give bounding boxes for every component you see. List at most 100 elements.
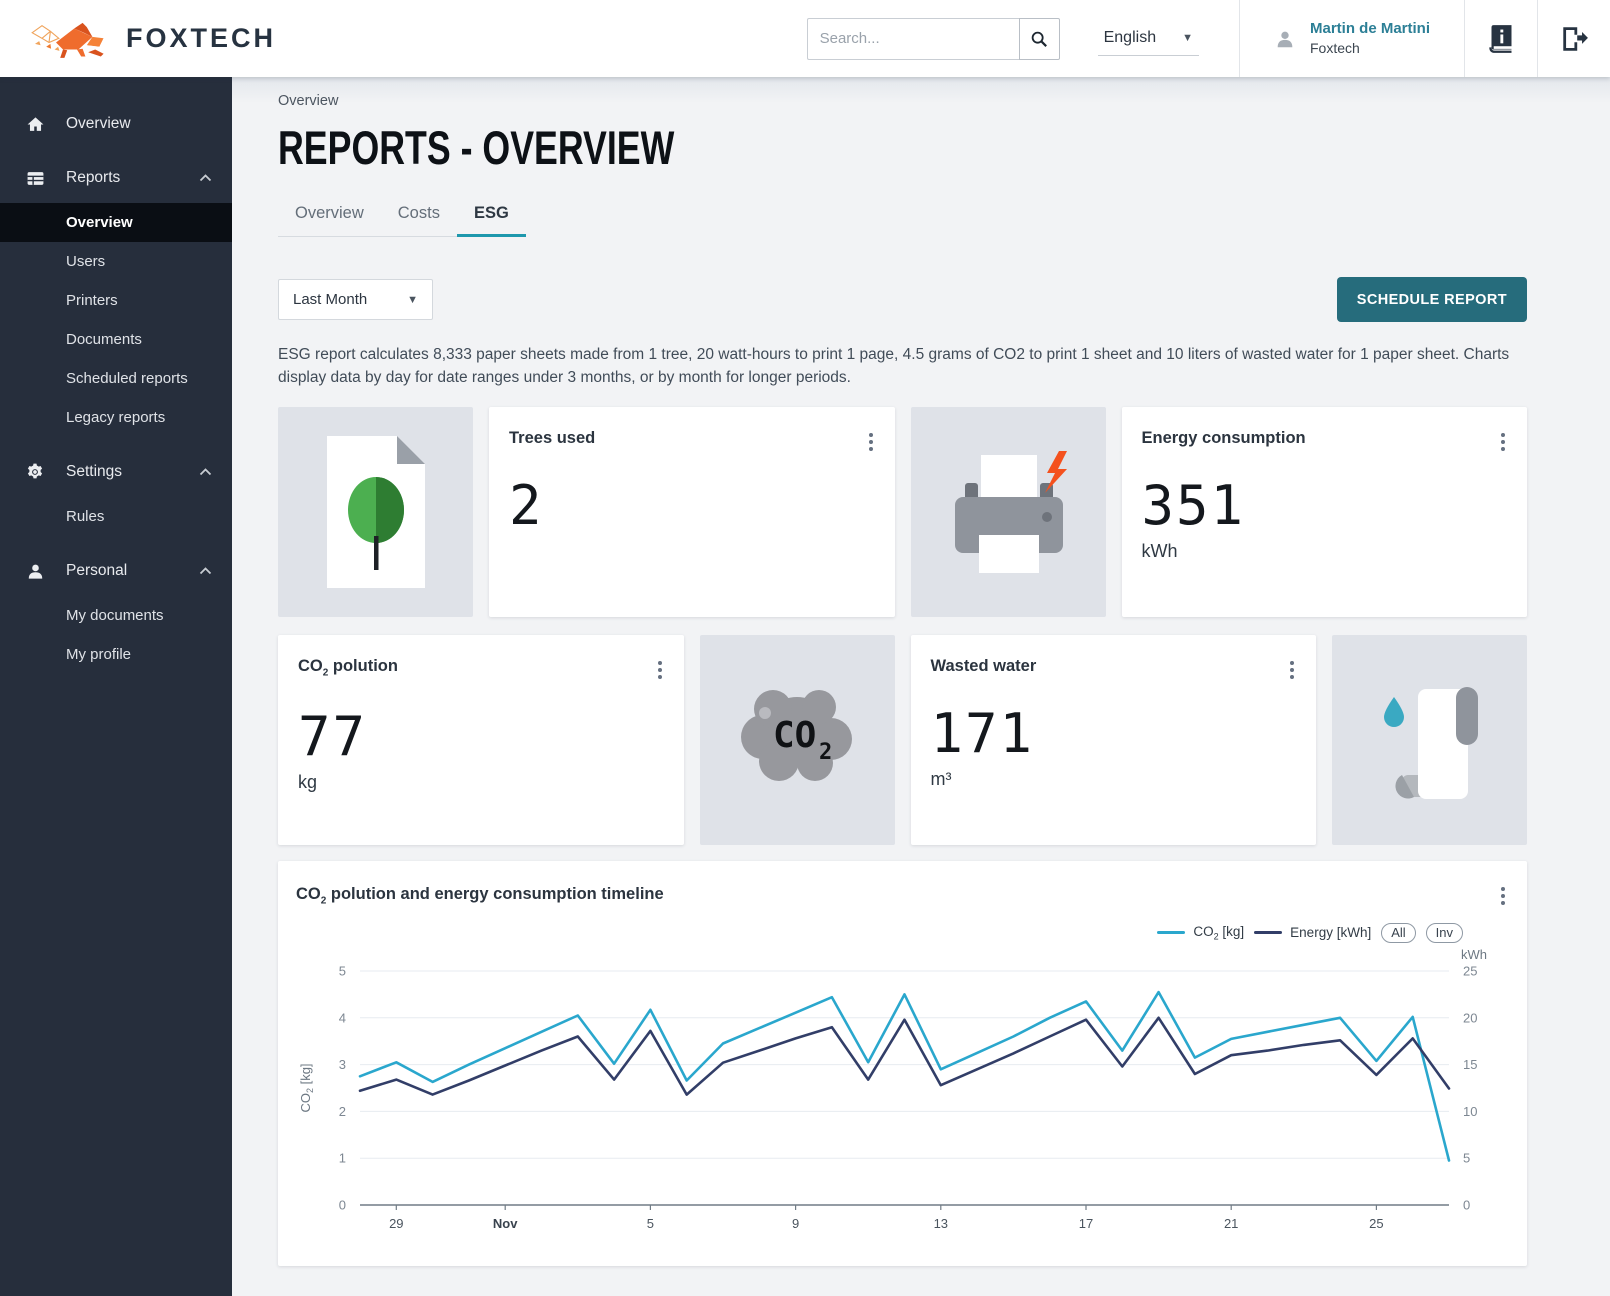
svg-text:9: 9	[792, 1216, 799, 1231]
svg-text:5: 5	[647, 1216, 654, 1231]
energy-consumption-unit: kWh	[1142, 541, 1508, 562]
sidebar-label: Overview	[66, 115, 131, 133]
sidebar-sublabel: Legacy reports	[66, 409, 165, 426]
sidebar-item-my-documents[interactable]: My documents	[0, 596, 232, 635]
sidebar-sublabel: Users	[66, 253, 105, 270]
search-icon	[1030, 30, 1048, 48]
tree-paper-illustration	[278, 407, 473, 617]
svg-text:17: 17	[1079, 1216, 1093, 1231]
card-title: Wasted water	[931, 657, 1297, 676]
svg-text:5: 5	[339, 963, 346, 978]
schedule-report-button[interactable]: SCHEDULE REPORT	[1337, 277, 1527, 322]
svg-text:4: 4	[339, 1010, 346, 1025]
sidebar-item-reports[interactable]: Reports	[0, 153, 232, 203]
kebab-menu-icon[interactable]	[1499, 431, 1507, 453]
tab-overview[interactable]: Overview	[278, 194, 381, 236]
svg-text:Nov: Nov	[493, 1216, 518, 1231]
svg-text:2: 2	[339, 1103, 346, 1118]
svg-text:25: 25	[1463, 963, 1477, 978]
kebab-menu-icon[interactable]	[1288, 659, 1296, 681]
manual-button[interactable]	[1465, 0, 1537, 77]
svg-text:kWh: kWh	[1461, 947, 1487, 962]
printer-energy-illustration	[911, 407, 1106, 617]
co2-cloud-illustration: CO 2	[700, 635, 895, 845]
user-menu[interactable]: Martin de Martini Foxtech	[1240, 0, 1464, 77]
sidebar-label: Settings	[66, 463, 122, 481]
sidebar-sublabel: Scheduled reports	[66, 370, 188, 387]
sidebar-label: Personal	[66, 562, 127, 580]
esg-description: ESG report calculates 8,333 paper sheets…	[278, 344, 1527, 389]
sidebar-item-personal[interactable]: Personal	[0, 546, 232, 596]
foxtech-logo[interactable]: FOXTECH	[0, 16, 560, 62]
water-drop-icon	[1384, 697, 1404, 727]
sidebar-item-users[interactable]: Users	[0, 242, 232, 281]
svg-text:13: 13	[934, 1216, 948, 1231]
tab-esg[interactable]: ESG	[457, 194, 526, 236]
brand-name: FOXTECH	[126, 23, 276, 54]
reports-table-icon	[24, 169, 46, 188]
sidebar-item-documents[interactable]: Documents	[0, 320, 232, 359]
date-range-value: Last Month	[293, 291, 367, 308]
sidebar-sublabel: My profile	[66, 646, 131, 663]
language-select[interactable]: English ▼	[1098, 21, 1199, 56]
sidebar-sublabel: Printers	[66, 292, 118, 309]
sidebar-item-rules[interactable]: Rules	[0, 497, 232, 536]
sidebar-item-legacy-reports[interactable]: Legacy reports	[0, 398, 232, 437]
search-button[interactable]	[1019, 18, 1060, 60]
svg-text:0: 0	[1463, 1197, 1470, 1212]
card-title: CO2 polution	[298, 657, 664, 678]
wasted-water-unit: m³	[931, 769, 1297, 790]
chart-legend: CO2 [kg] Energy [kWh] All Inv	[294, 923, 1511, 943]
sidebar-item-overview[interactable]: Overview	[0, 99, 232, 149]
co2-polution-card: CO2 polution 77 kg	[278, 635, 684, 845]
sidebar-sublabel: Overview	[66, 214, 133, 231]
timeline-line-chart: 0123450510152025kWh29Nov5913172125CO2 [k…	[294, 945, 1511, 1245]
co2-cloud-text: CO	[773, 715, 816, 756]
water-paper-illustration	[1332, 635, 1527, 845]
logout-button[interactable]	[1538, 0, 1610, 77]
pill-all-button[interactable]: All	[1381, 923, 1415, 943]
kebab-menu-icon[interactable]	[656, 659, 664, 681]
energy-consumption-card: Energy consumption 351 kWh	[1122, 407, 1528, 617]
kebab-menu-icon[interactable]	[867, 431, 875, 453]
legend-energy[interactable]: Energy [kWh]	[1254, 925, 1371, 940]
main-content: Overview REPORTS - OVERVIEW Overview Cos…	[232, 77, 1610, 1296]
svg-text:5: 5	[1463, 1150, 1470, 1165]
svg-text:10: 10	[1463, 1103, 1477, 1118]
fox-logo-icon	[28, 16, 112, 62]
card-title: Trees used	[509, 429, 875, 448]
legend-dash-co2	[1157, 931, 1185, 934]
svg-text:25: 25	[1369, 1216, 1383, 1231]
logout-icon	[1559, 24, 1589, 54]
pill-inv-button[interactable]: Inv	[1426, 923, 1463, 943]
breadcrumb[interactable]: Overview	[278, 93, 1527, 109]
tab-costs[interactable]: Costs	[381, 194, 457, 236]
kebab-menu-icon[interactable]	[1499, 885, 1507, 907]
app-window: FOXTECH English ▼	[0, 0, 1610, 1296]
sidebar-item-printers[interactable]: Printers	[0, 281, 232, 320]
user-name: Martin de Martini	[1310, 19, 1430, 39]
top-header: FOXTECH English ▼	[0, 0, 1610, 77]
svg-text:1: 1	[339, 1150, 346, 1165]
date-range-select[interactable]: Last Month ▼	[278, 279, 433, 320]
svg-text:21: 21	[1224, 1216, 1238, 1231]
sidebar-sublabel: Documents	[66, 331, 142, 348]
sidebar-item-reports-overview[interactable]: Overview	[0, 203, 232, 242]
card-title: Energy consumption	[1142, 429, 1508, 448]
chevron-down-icon: ▼	[1182, 32, 1193, 44]
sidebar-item-scheduled-reports[interactable]: Scheduled reports	[0, 359, 232, 398]
svg-text:29: 29	[389, 1216, 403, 1231]
svg-text:15: 15	[1463, 1057, 1477, 1072]
svg-text:0: 0	[339, 1197, 346, 1212]
trees-used-value: 2	[509, 474, 875, 537]
search-input[interactable]	[807, 18, 1019, 60]
language-value: English	[1104, 29, 1156, 47]
sidebar-nav: Overview Reports Overview Users Printers…	[0, 77, 232, 1296]
co2-polution-value: 77	[298, 705, 664, 768]
legend-co2[interactable]: CO2 [kg]	[1157, 924, 1244, 942]
sidebar-item-settings[interactable]: Settings	[0, 447, 232, 497]
chevron-up-icon	[199, 562, 212, 580]
svg-text:CO2 [kg]: CO2 [kg]	[298, 1063, 315, 1112]
sidebar-item-my-profile[interactable]: My profile	[0, 635, 232, 674]
chart-title: CO2 polution and energy consumption time…	[294, 885, 1511, 906]
